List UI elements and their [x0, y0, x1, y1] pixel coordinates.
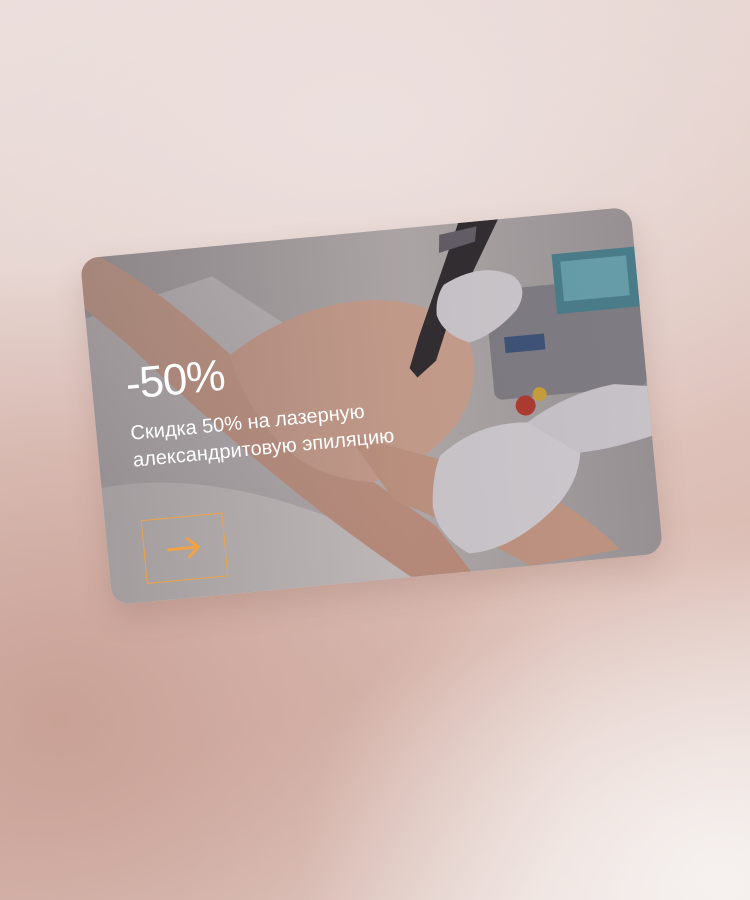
arrow-right-icon [167, 537, 200, 559]
discount-title: -50% [123, 350, 227, 409]
promo-card[interactable]: -50% Скидка 50% на лазерную александрито… [79, 206, 664, 606]
promo-arrow-button[interactable] [140, 512, 229, 584]
